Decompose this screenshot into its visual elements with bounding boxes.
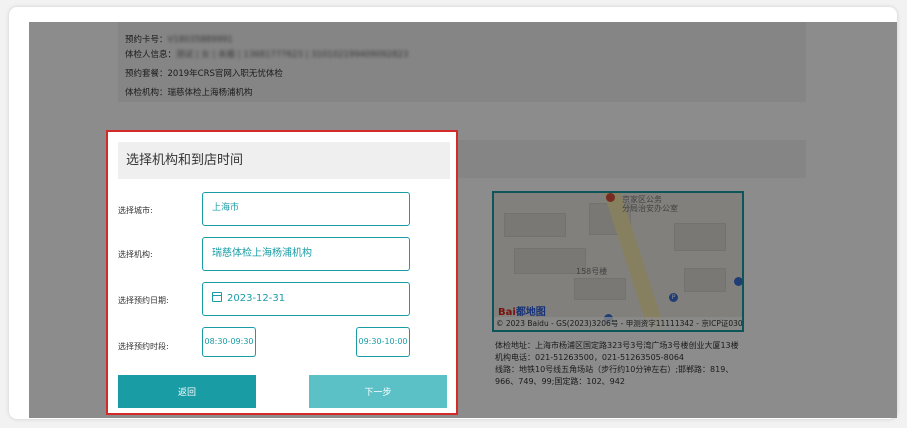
next-step-button[interactable]: 下一步 [309, 375, 447, 408]
screenshot-frame: 预约卡号：V18035889991 体检人信息：测试 | 女 | 未婚 | 13… [9, 7, 897, 419]
booking-page: 预约卡号：V18035889991 体检人信息：测试 | 女 | 未婚 | 13… [29, 22, 897, 418]
city-label: 选择城市: [118, 206, 153, 215]
back-button[interactable]: 返回 [118, 375, 256, 408]
city-select[interactable]: 上海市 [202, 192, 410, 226]
calendar-icon [212, 292, 222, 302]
modal-title: 选择机构和到店时间 [118, 142, 450, 179]
date-picker[interactable]: 2023-12-31 [202, 282, 410, 316]
time-slot-0830[interactable]: 08:30-09:30 [202, 327, 256, 357]
select-org-time-modal: 选择机构和到店时间 选择城市: 上海市 选择机构: 瑞慈体检上海杨浦机构 选择预… [106, 130, 458, 415]
org-select-label: 选择机构: [118, 250, 153, 259]
time-slot-label: 选择预约时段: [118, 342, 169, 351]
date-value: 2023-12-31 [227, 293, 286, 304]
time-slot-0930[interactable]: 09:30-10:00 [356, 327, 410, 357]
org-select[interactable]: 瑞慈体检上海杨浦机构 [202, 237, 410, 271]
date-label: 选择预约日期: [118, 296, 169, 305]
